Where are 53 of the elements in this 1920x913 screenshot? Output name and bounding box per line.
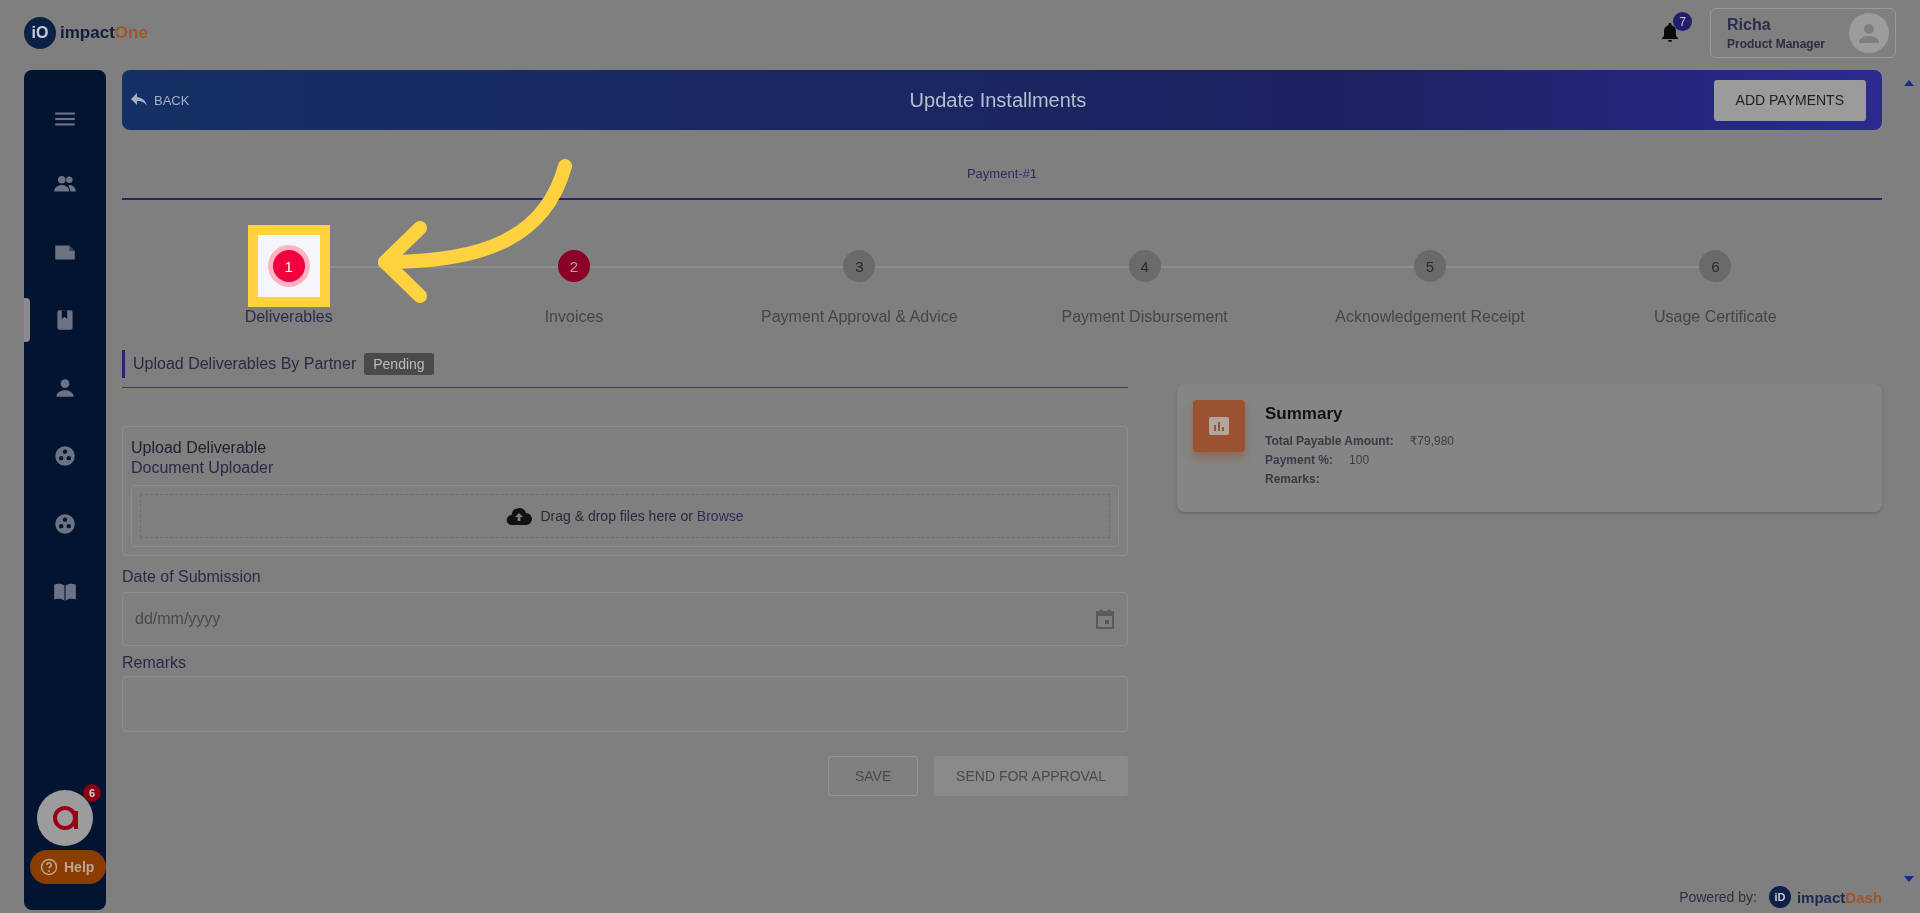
uploader-label: Document Uploader (131, 459, 275, 477)
payment-tab[interactable]: Payment-#1 (966, 166, 1038, 181)
summary-value: 100 (1349, 452, 1370, 469)
bell-icon[interactable] (1660, 22, 1680, 44)
back-button[interactable]: BACK (130, 92, 190, 108)
step-label: Deliverables (244, 308, 333, 326)
user-role: Product Manager (1727, 36, 1826, 51)
help-button[interactable]: Help (30, 850, 106, 884)
step-circle[interactable]: 4 (1128, 250, 1161, 282)
summary-label: Payment %: (1265, 452, 1334, 469)
group-icon[interactable] (52, 443, 78, 469)
page-title: Update Installments (909, 88, 1087, 112)
step-label: Payment Approval & Advice (761, 308, 958, 326)
step-circle[interactable]: 6 (1699, 250, 1732, 282)
user-menu[interactable]: Richa Product Manager (1710, 8, 1896, 58)
summary-value: ₹79,980 (1409, 433, 1455, 450)
browse-link[interactable]: Browse (696, 508, 744, 524)
step-label: Invoices (544, 308, 604, 326)
group-icon[interactable] (52, 511, 78, 537)
field-label: Remarks (122, 654, 187, 672)
user-name: Richa (1727, 15, 1772, 34)
notification-badge: 7 (1673, 12, 1692, 31)
step-label: Usage Certificate (1653, 308, 1777, 326)
logo-mark: iD (1768, 886, 1791, 908)
logo-mark: iO (24, 17, 56, 49)
step-label: Payment Disbursement (1061, 308, 1228, 326)
summary-label: Remarks: (1265, 471, 1320, 488)
chat-widget[interactable] (37, 790, 93, 846)
chart-icon (1193, 400, 1245, 452)
chat-badge: 6 (83, 784, 101, 802)
summary-title: Summary (1265, 404, 1344, 424)
field-label: Date of Submission (122, 568, 262, 586)
step-circle[interactable]: 2 (558, 250, 590, 282)
step-circle[interactable]: 5 (1414, 250, 1446, 282)
section-title: Upload Deliverables By Partner (133, 355, 357, 373)
upload-title: Upload Deliverable (131, 439, 268, 457)
scroll-up-icon[interactable] (1904, 80, 1914, 86)
chat-logo-icon (52, 806, 78, 830)
cloud-upload-icon (506, 506, 533, 526)
status-badge: Pending (364, 353, 434, 375)
add-payments-button[interactable]: ADD PAYMENTS (1713, 79, 1866, 121)
drop-zone[interactable]: Drag & drop files here or Browse (131, 485, 1119, 547)
step-circle[interactable]: 3 (843, 250, 876, 282)
help-icon (40, 858, 58, 876)
logo-text: impactDash (1796, 888, 1882, 906)
scroll-down-icon[interactable] (1904, 876, 1914, 882)
step-label: Acknowledgement Receipt (1335, 308, 1525, 326)
date-field[interactable]: dd/mm/yyyy (122, 592, 1128, 646)
logo-text: impactOne (60, 23, 148, 43)
summary-label: Total Payable Amount: (1265, 433, 1394, 450)
avatar (1849, 13, 1889, 53)
powered-by-text: Powered by: (1679, 889, 1757, 905)
drop-instructions: Drag & drop files here or Browse (540, 508, 744, 524)
